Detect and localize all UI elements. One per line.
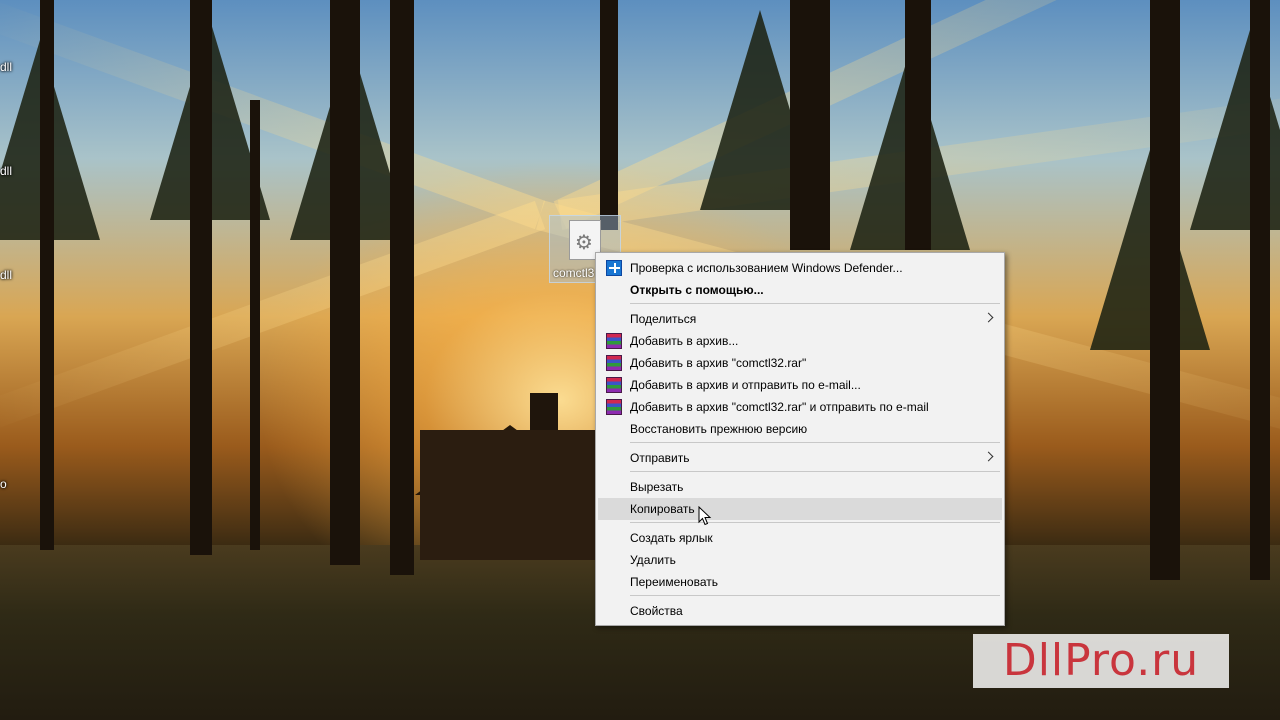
tree-trunk bbox=[600, 0, 618, 230]
menu-item-restore-previous-versions[interactable]: Восстановить прежнюю версию bbox=[598, 418, 1002, 440]
menu-item-share[interactable]: Поделиться bbox=[598, 308, 1002, 330]
menu-item-label: Переименовать bbox=[630, 575, 718, 589]
desktop-file-label-partial[interactable]: dll bbox=[0, 268, 12, 282]
winrar-icon bbox=[606, 333, 622, 349]
menu-separator bbox=[630, 595, 1000, 596]
menu-item-create-shortcut[interactable]: Создать ярлык bbox=[598, 527, 1002, 549]
menu-item-copy[interactable]: Копировать bbox=[598, 498, 1002, 520]
menu-item-comctl32-rar-and-email[interactable]: Добавить в архив "comctl32.rar" и отправ… bbox=[598, 396, 1002, 418]
menu-item-label: Добавить в архив и отправить по e-mail..… bbox=[630, 378, 861, 392]
menu-item-add-to-archive[interactable]: Добавить в архив... bbox=[598, 330, 1002, 352]
desktop-file-label-partial[interactable]: dll bbox=[0, 164, 12, 178]
cabin-chimney bbox=[530, 393, 558, 435]
menu-separator bbox=[630, 442, 1000, 443]
menu-item-send-to[interactable]: Отправить bbox=[598, 447, 1002, 469]
winrar-icon bbox=[606, 399, 622, 415]
menu-item-properties[interactable]: Свойства bbox=[598, 600, 1002, 622]
menu-item-label: Добавить в архив "comctl32.rar" и отправ… bbox=[630, 400, 929, 414]
winrar-icon bbox=[606, 355, 622, 371]
menu-item-label: Создать ярлык bbox=[630, 531, 713, 545]
desktop-file-label-partial[interactable]: dll bbox=[0, 60, 12, 74]
context-menu: Проверка с использованием Windows Defend… bbox=[595, 252, 1005, 626]
menu-item-delete[interactable]: Удалить bbox=[598, 549, 1002, 571]
menu-separator bbox=[630, 303, 1000, 304]
menu-item-rename[interactable]: Переименовать bbox=[598, 571, 1002, 593]
tree-trunk bbox=[790, 0, 830, 250]
winrar-icon bbox=[606, 377, 622, 393]
log-cabin bbox=[420, 430, 600, 560]
menu-item-label: Вырезать bbox=[630, 480, 684, 494]
chevron-right-icon bbox=[983, 312, 994, 323]
menu-item-label: Удалить bbox=[630, 553, 676, 567]
menu-item-label: Копировать bbox=[630, 502, 695, 516]
menu-item-label: Поделиться bbox=[630, 312, 697, 326]
menu-item-label: Добавить в архив "comctl32.rar" bbox=[630, 356, 807, 370]
menu-separator bbox=[630, 471, 1000, 472]
tree-trunk bbox=[390, 0, 414, 575]
menu-item-cut[interactable]: Вырезать bbox=[598, 476, 1002, 498]
tree-trunk bbox=[190, 0, 212, 555]
menu-item-open-with[interactable]: Открыть с помощью... bbox=[598, 279, 1002, 301]
desktop-file-label-partial[interactable]: o bbox=[0, 477, 7, 491]
tree-trunk bbox=[330, 0, 360, 565]
tree-trunk bbox=[250, 100, 260, 550]
menu-item-label: Проверка с использованием Windows Defend… bbox=[630, 261, 903, 275]
chevron-right-icon bbox=[983, 451, 994, 462]
menu-item-windows-defender-scan[interactable]: Проверка с использованием Windows Defend… bbox=[598, 257, 1002, 279]
menu-item-label: Открыть с помощью... bbox=[630, 283, 764, 297]
site-watermark: DllPro.ru bbox=[973, 634, 1229, 688]
tree-trunk bbox=[1150, 0, 1180, 580]
menu-item-label: Отправить bbox=[630, 451, 690, 465]
tree-trunk bbox=[40, 0, 54, 550]
menu-item-archive-and-email[interactable]: Добавить в архив и отправить по e-mail..… bbox=[598, 374, 1002, 396]
menu-item-label: Добавить в архив... bbox=[630, 334, 739, 348]
menu-item-label: Свойства bbox=[630, 604, 683, 618]
gear-icon: ⚙ bbox=[575, 232, 593, 254]
menu-item-label: Восстановить прежнюю версию bbox=[630, 422, 808, 436]
mouse-pointer-icon bbox=[698, 506, 712, 526]
menu-item-add-to-comctl32-rar[interactable]: Добавить в архив "comctl32.rar" bbox=[598, 352, 1002, 374]
windows-defender-icon bbox=[606, 260, 622, 276]
menu-separator bbox=[630, 522, 1000, 523]
tree-trunk bbox=[905, 0, 931, 250]
tree-trunk bbox=[1250, 0, 1270, 580]
